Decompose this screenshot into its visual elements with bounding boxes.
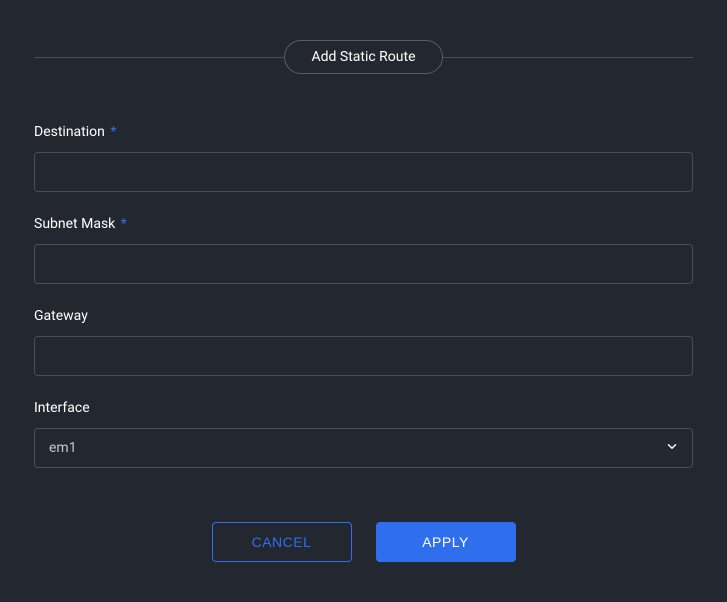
gateway-input[interactable] <box>34 336 693 376</box>
subnet-mask-group: Subnet Mask * <box>34 216 693 284</box>
gateway-label-text: Gateway <box>34 308 88 324</box>
form-header: Add Static Route <box>34 40 693 74</box>
apply-button[interactable]: APPLY <box>376 522 516 562</box>
destination-input[interactable] <box>34 152 693 192</box>
destination-group: Destination * <box>34 124 693 192</box>
interface-label-text: Interface <box>34 400 90 416</box>
gateway-label: Gateway <box>34 308 693 324</box>
subnet-mask-label-text: Subnet Mask <box>34 216 115 232</box>
button-row: CANCEL APPLY <box>34 522 693 562</box>
destination-label: Destination * <box>34 124 693 140</box>
required-indicator: * <box>110 124 116 140</box>
subnet-mask-label: Subnet Mask * <box>34 216 693 232</box>
required-indicator: * <box>121 216 127 232</box>
gateway-group: Gateway <box>34 308 693 376</box>
cancel-button[interactable]: CANCEL <box>212 522 352 562</box>
header-line-left <box>34 57 284 58</box>
interface-select-wrapper: em1 <box>34 428 693 468</box>
interface-label: Interface <box>34 400 693 416</box>
form-title: Add Static Route <box>284 40 442 74</box>
subnet-mask-input[interactable] <box>34 244 693 284</box>
add-static-route-form: Add Static Route Destination * Subnet Ma… <box>0 0 727 602</box>
header-line-right <box>443 57 693 58</box>
interface-group: Interface em1 <box>34 400 693 468</box>
interface-select[interactable]: em1 <box>34 428 693 468</box>
interface-selected-value: em1 <box>49 440 77 456</box>
destination-label-text: Destination <box>34 124 105 140</box>
